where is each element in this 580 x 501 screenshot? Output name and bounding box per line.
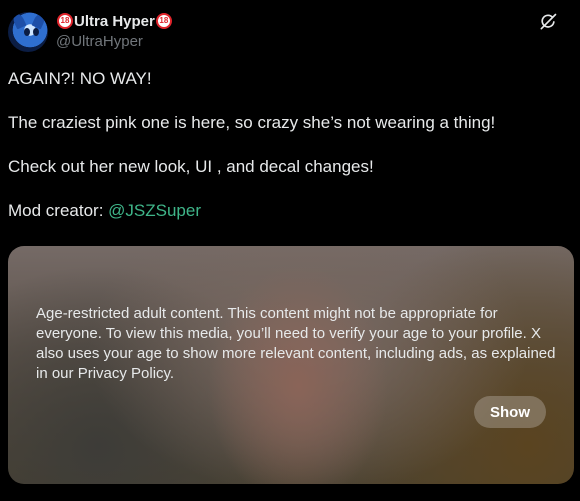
- author-display-name[interactable]: 18 Ultra Hyper 18: [56, 10, 173, 32]
- grok-icon[interactable]: [538, 12, 558, 32]
- author-display-name-text: Ultra Hyper: [74, 12, 155, 30]
- avatar-ear: [31, 12, 47, 30]
- post-text-line: Mod creator: @JSZSuper: [8, 200, 568, 222]
- age-18-badge-icon: 18: [155, 13, 172, 29]
- avatar[interactable]: [8, 12, 48, 52]
- mention-link[interactable]: @JSZSuper: [108, 201, 201, 220]
- age-restricted-notice: Age-restricted adult content. This conte…: [36, 305, 556, 382]
- mod-creator-label: Mod creator:: [8, 201, 109, 220]
- post-text-line: AGAIN?! NO WAY!: [8, 69, 152, 88]
- author-handle[interactable]: @UltraHyper: [56, 33, 173, 50]
- post-text-line: Check out her new look, UI , and decal c…: [8, 157, 374, 176]
- post-header: 18 Ultra Hyper 18 @UltraHyper: [8, 10, 572, 56]
- age-18-badge-icon: 18: [57, 13, 73, 29]
- media-blurred-content: Age-restricted adult content. This conte…: [8, 246, 574, 484]
- avatar-eye: [33, 28, 39, 36]
- author-names: 18 Ultra Hyper 18 @UltraHyper: [56, 10, 173, 50]
- post-text-line: The craziest pink one is here, so crazy …: [8, 113, 496, 132]
- avatar-eye: [24, 28, 30, 36]
- post-text: AGAIN?! NO WAY! The craziest pink one is…: [8, 68, 568, 222]
- show-media-button[interactable]: Show: [474, 396, 546, 428]
- avatar-ear: [11, 12, 27, 30]
